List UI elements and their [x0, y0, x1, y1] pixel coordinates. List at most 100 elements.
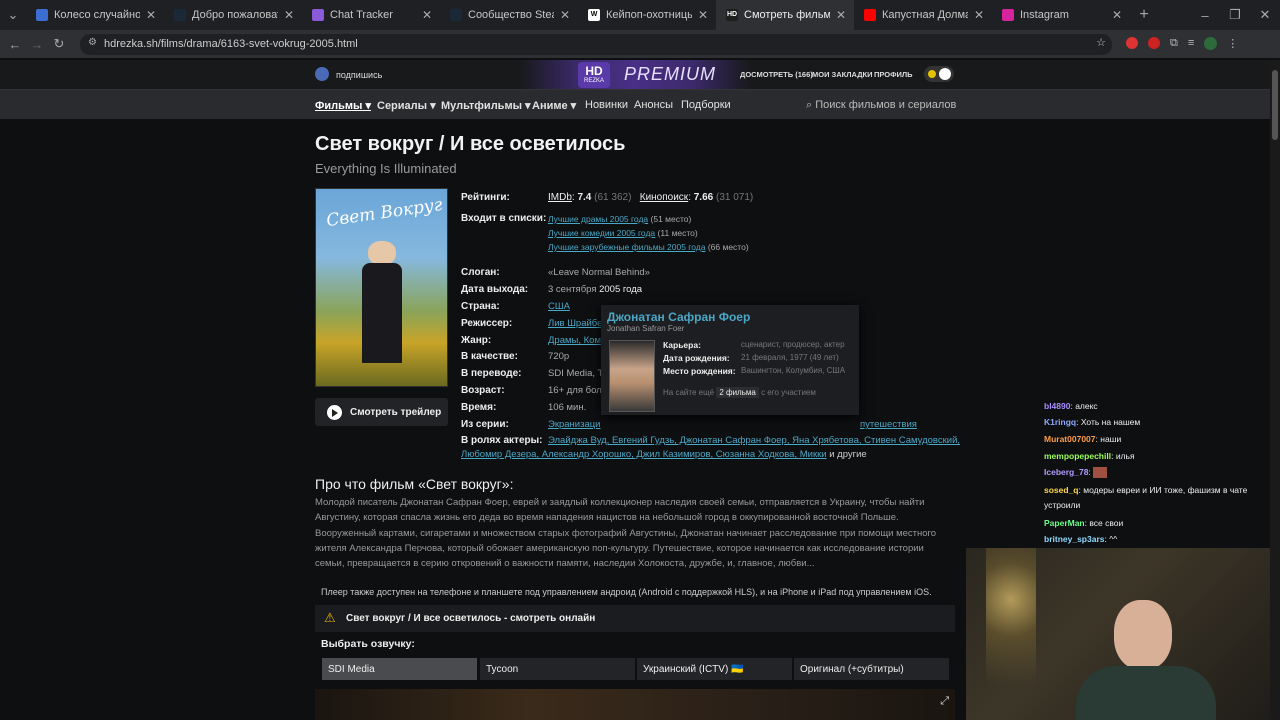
- list-link-3[interactable]: Лучшие зарубежные фильмы 2005 года: [548, 242, 705, 252]
- nav-films-label: Фильмы: [315, 100, 363, 112]
- browser-tab[interactable]: W Кейпоп-охотницы на де ✕: [578, 0, 716, 30]
- tab-close-icon[interactable]: ✕: [696, 8, 710, 22]
- new-tab-icon[interactable]: +: [1130, 6, 1158, 24]
- chat-username[interactable]: britney_sp3ars: [1044, 534, 1104, 544]
- extension-icon-2[interactable]: [1148, 37, 1160, 49]
- nav-cartoons[interactable]: Мультфильмы ▾: [441, 99, 531, 112]
- chat-username[interactable]: sosed_q: [1044, 485, 1079, 495]
- browser-tab[interactable]: Instagram ✕: [992, 0, 1130, 30]
- voice-ukrainian[interactable]: Украинский (ICTV) 🇺🇦: [637, 658, 792, 680]
- label-age: Возраст:: [461, 385, 505, 396]
- list-link-2[interactable]: Лучшие комедии 2005 года: [548, 228, 655, 238]
- tab-close-icon[interactable]: ✕: [144, 8, 158, 22]
- tab-close-icon[interactable]: ✕: [1110, 8, 1124, 22]
- subscribe-link[interactable]: подпишись: [336, 70, 382, 80]
- browser-tab[interactable]: Chat Tracker ✕: [302, 0, 440, 30]
- chat-username[interactable]: Murat007007: [1044, 434, 1096, 444]
- tab-title: Кейпоп-охотницы на де: [606, 9, 692, 21]
- kinopoisk-link[interactable]: Кинопоиск: [640, 192, 688, 203]
- browser-tab[interactable]: HD Смотреть фильм Свет вс ✕: [716, 0, 854, 30]
- tab-close-icon[interactable]: ✕: [834, 8, 848, 22]
- watch-title: Свет вокруг / И все осветилось - смотрет…: [346, 613, 596, 624]
- label-lists: Входит в списки:: [461, 213, 547, 224]
- bookmark-star-icon[interactable]: ☆: [1096, 36, 1106, 49]
- popup-orig-name: Jonathan Safran Foer: [607, 324, 685, 333]
- series-link-2[interactable]: путешествия: [860, 419, 917, 430]
- scrollbar-thumb[interactable]: [1272, 70, 1278, 140]
- trailer-button[interactable]: Смотреть трейлер: [315, 398, 448, 426]
- tab-favicon-icon: W: [588, 9, 600, 21]
- chat-username[interactable]: mempopepechill: [1044, 451, 1111, 461]
- voice-sdi-media[interactable]: SDI Media: [322, 658, 477, 680]
- webcam-person-body: [1076, 666, 1216, 720]
- tab-close-icon[interactable]: ✕: [972, 8, 986, 22]
- maximize-icon[interactable]: ❐: [1220, 7, 1250, 23]
- tab-close-icon[interactable]: ✕: [282, 8, 296, 22]
- country-link[interactable]: США: [548, 301, 570, 312]
- browser-tab[interactable]: Колесо случайного выб ✕: [26, 0, 164, 30]
- forward-icon[interactable]: →: [26, 37, 48, 52]
- url-field[interactable]: ⚙ hdrezka.sh/films/drama/6163-svet-vokru…: [80, 34, 1112, 55]
- nav-announce[interactable]: Анонсы: [634, 99, 673, 111]
- reading-list-icon[interactable]: ≡: [1188, 37, 1194, 50]
- theme-toggle[interactable]: [924, 66, 954, 82]
- bookmarks-link[interactable]: МОИ ЗАКЛАДКИ: [812, 70, 873, 79]
- browser-tab[interactable]: Добро пожаловать в Steam ✕: [164, 0, 302, 30]
- voice-original[interactable]: Оригинал (+субтитры): [794, 658, 949, 680]
- minimize-icon[interactable]: –: [1190, 8, 1220, 23]
- popup-more-a: На сайте ещё: [663, 388, 715, 397]
- logo-hd: HD: [585, 64, 603, 78]
- video-player[interactable]: ⤢: [315, 689, 955, 720]
- browser-tab[interactable]: Капустная Долма и Шор ✕: [854, 0, 992, 30]
- premium-text[interactable]: PREMIUM: [624, 64, 716, 85]
- popup-name[interactable]: Джонатан Сафран Фоер: [607, 310, 750, 324]
- stream-chat-overlay: bl4890: алекс K1ringq: Хоть на нашем Murat…: [1040, 392, 1272, 548]
- nav-new[interactable]: Новинки: [585, 99, 628, 111]
- nav-series[interactable]: Сериалы ▾: [377, 99, 436, 112]
- chat-username[interactable]: PaperMan: [1044, 518, 1085, 528]
- close-window-icon[interactable]: ✕: [1250, 7, 1280, 23]
- fullscreen-icon[interactable]: ⤢: [940, 695, 949, 708]
- nav-anime[interactable]: Аниме ▾: [532, 99, 576, 112]
- nav-collections[interactable]: Подборки: [681, 99, 731, 111]
- chat-username[interactable]: K1ringq: [1044, 417, 1076, 427]
- label-release: Дата выхода:: [461, 284, 529, 295]
- nav-films[interactable]: Фильмы ▾: [315, 99, 371, 112]
- webcam-person-head: [1114, 600, 1172, 670]
- release-year-link[interactable]: 2005 года: [599, 284, 642, 295]
- extensions-puzzle-icon[interactable]: ⧉: [1170, 37, 1178, 50]
- watch-later-label: ДОСМОТРЕТЬ: [740, 70, 794, 79]
- series-link-1[interactable]: Экранизаци: [548, 419, 601, 430]
- watch-later-link[interactable]: ДОСМОТРЕТЬ (166): [740, 70, 813, 79]
- list-item: Лучшие драмы 2005 года (51 место): [548, 214, 691, 224]
- actors-links-1[interactable]: Элайджа Вуд, Евгений Гудзь, Джонатан Саф…: [548, 435, 960, 446]
- popup-films-count[interactable]: 2 фильма: [716, 387, 759, 398]
- back-icon[interactable]: ←: [4, 37, 26, 52]
- page-scrollbar[interactable]: [1270, 60, 1280, 720]
- site-info-icon[interactable]: ⚙: [88, 37, 97, 48]
- genre-links[interactable]: Драмы, Ком: [548, 335, 601, 346]
- browser-tab[interactable]: Сообщество Steam :: люб ✕: [440, 0, 578, 30]
- director-link[interactable]: Лив Шрайбе: [548, 318, 602, 329]
- profile-avatar-icon[interactable]: [1204, 37, 1218, 50]
- play-icon: [327, 404, 342, 420]
- list-link-1[interactable]: Лучшие драмы 2005 года: [548, 214, 648, 224]
- chat-text: все свои: [1089, 518, 1124, 528]
- profile-link[interactable]: ПРОФИЛЬ: [874, 70, 913, 79]
- browser-menu-icon[interactable]: ⋮: [1227, 37, 1238, 50]
- movie-poster[interactable]: Свет Вокруг: [315, 188, 448, 387]
- tab-close-icon[interactable]: ✕: [420, 8, 434, 22]
- extension-icon-1[interactable]: [1126, 37, 1138, 49]
- chat-username[interactable]: Iceberg_78: [1044, 467, 1088, 477]
- voice-tycoon[interactable]: Tycoon: [480, 658, 635, 680]
- tab-favicon-icon: [174, 9, 186, 21]
- site-logo[interactable]: HD REZKA: [578, 62, 610, 88]
- chat-username[interactable]: bl4890: [1044, 401, 1070, 411]
- tab-close-icon[interactable]: ✕: [558, 8, 572, 22]
- tab-favicon-icon: [312, 9, 324, 21]
- tab-list-icon[interactable]: ⌄: [0, 7, 26, 23]
- reload-icon[interactable]: ↻: [48, 36, 70, 52]
- search-field[interactable]: ⌕ Поиск фильмов и сериалов: [806, 99, 956, 112]
- actors-links-2[interactable]: Любомир Дезера, Александр Хорошко, Джил …: [461, 449, 827, 460]
- imdb-link[interactable]: IMDb: [548, 192, 572, 203]
